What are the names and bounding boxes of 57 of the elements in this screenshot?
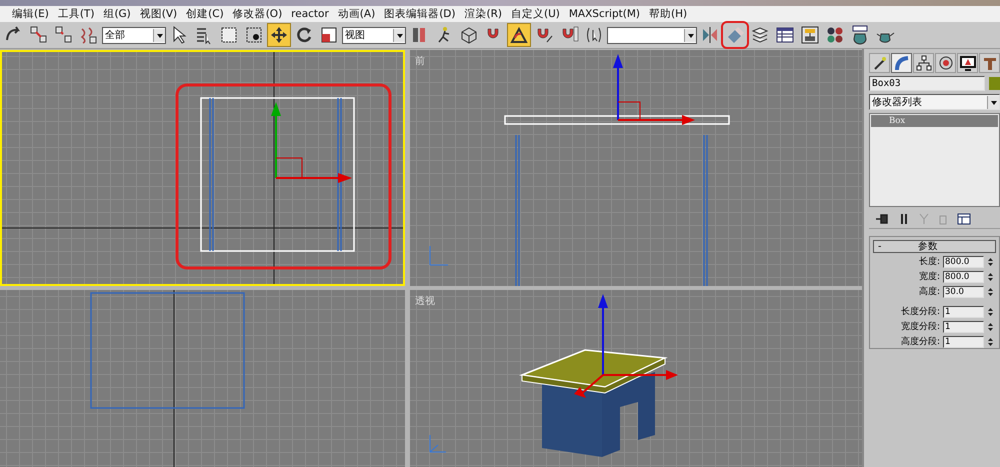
spinner-icon[interactable] [987,286,994,298]
parameter-label: 长度分段: [900,306,940,318]
configure-icon[interactable] [957,213,971,225]
dropdown-field[interactable]: 视图 [342,26,406,44]
parameter-field[interactable]: 800.0 [943,256,984,268]
parameter-field[interactable]: 1 [943,336,984,348]
wand-icon[interactable] [869,53,890,73]
menu-item[interactable]: 组(G) [103,7,131,21]
parameter-field[interactable]: 1 [943,320,984,332]
parameter-label: 高度: [918,286,940,298]
bars-icon[interactable] [899,213,909,225]
fork-icon [919,213,929,225]
menu-item[interactable]: 自定义(U) [510,7,560,21]
monitor-icon[interactable] [957,53,978,73]
axis-tripod-icon [430,434,446,452]
move-icon[interactable] [267,23,291,47]
spinner-icon[interactable] [987,320,994,332]
hierarchy-icon[interactable] [913,53,934,73]
axis-tripod-icon [430,246,448,266]
menu-item[interactable]: 动画(A) [338,7,376,21]
stack-item[interactable]: Box [871,115,998,127]
modifier-list-dropdown[interactable]: 修改器列表 [869,94,1000,110]
menu-item[interactable]: 创建(C) [186,7,224,21]
pin-icon[interactable] [875,213,889,225]
menu-item[interactable]: 编辑(E) [12,7,49,21]
wheel-icon[interactable] [935,53,956,73]
object-name-field[interactable]: Box03 [869,76,985,91]
angle-snap-icon[interactable] [507,23,531,47]
menu-item[interactable]: 图表编辑器(D) [384,7,456,21]
viewport[interactable] [0,50,405,286]
menu-item[interactable]: 视图(V) [140,7,178,21]
spinner-icon[interactable] [987,256,994,268]
bin-icon [939,213,947,225]
dropdown-field[interactable]: 全部 [102,26,166,44]
rollout-header[interactable]: - 参数 [873,240,996,253]
spinner-icon[interactable] [987,336,994,348]
parameter-label: 高度分段: [900,336,940,348]
parameter-field[interactable]: 800.0 [943,270,984,282]
hammer-icon[interactable] [979,53,1000,73]
menu-item[interactable]: 修改器(O) [232,7,282,21]
parameter-field[interactable]: 1 [943,306,984,318]
dropdown-field[interactable] [607,26,697,44]
menu-item[interactable]: reactor [291,8,329,20]
parameter-label: 宽度: [918,270,940,283]
spinner-icon[interactable] [987,306,994,318]
collapse-toggle[interactable]: - [878,241,918,252]
parameter-label: 宽度分段: [900,320,940,333]
bend-icon[interactable] [891,53,912,73]
color-swatch[interactable] [989,77,1000,90]
parameter-label: 长度: [918,256,940,268]
menu-item[interactable]: 帮助(H) [649,7,688,21]
spinner-icon[interactable] [987,270,994,282]
menu-item[interactable]: 渲染(R) [464,7,502,21]
menu-item[interactable]: MAXScript(M) [568,8,640,20]
rollout-title: 参数 [918,240,938,253]
parameter-field[interactable]: 30.0 [943,286,984,298]
menu-item[interactable]: 工具(T) [58,7,94,21]
